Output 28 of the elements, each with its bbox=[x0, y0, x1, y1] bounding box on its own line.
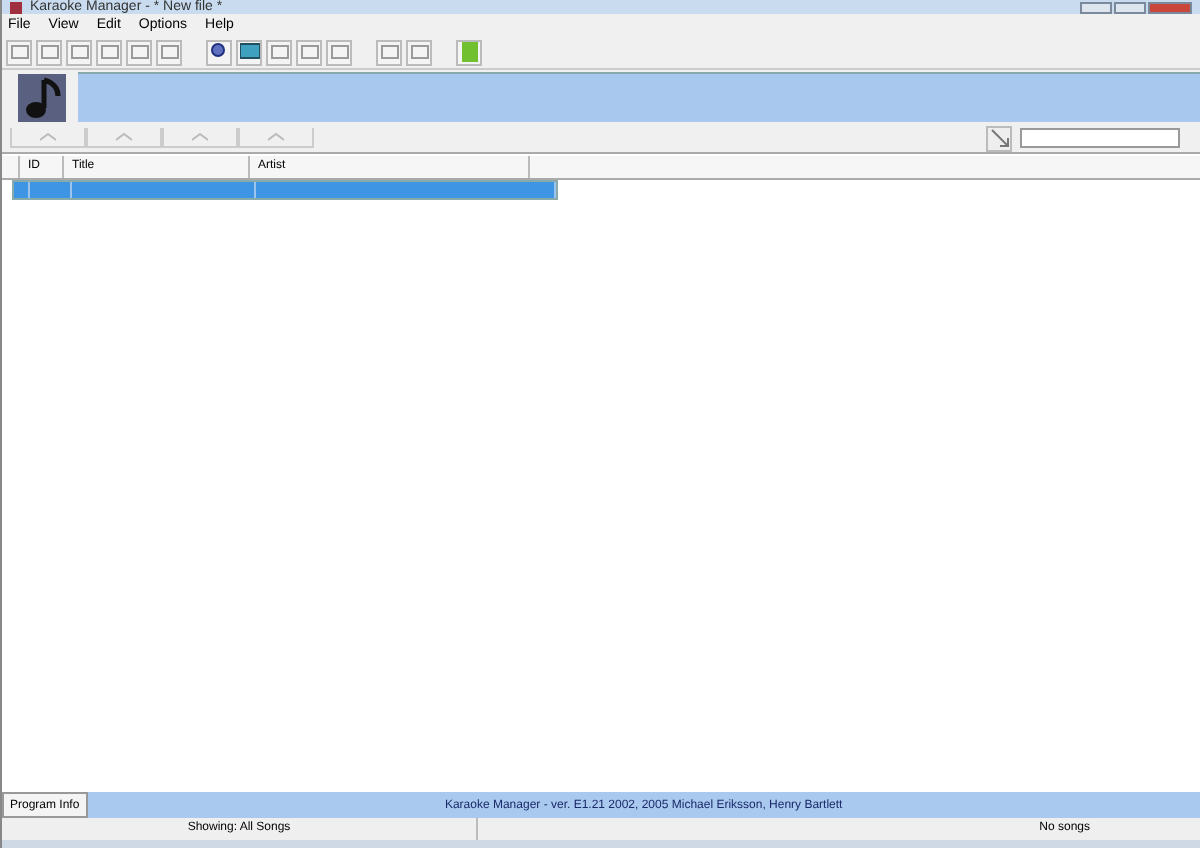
toolbar-icon[interactable] bbox=[406, 39, 432, 65]
toolbar-icon[interactable] bbox=[296, 39, 322, 65]
toolbar-icon[interactable] bbox=[66, 39, 92, 65]
table-row[interactable] bbox=[12, 180, 558, 200]
toolbar-icon[interactable] bbox=[36, 39, 62, 65]
toolbar-icon[interactable] bbox=[126, 39, 152, 65]
search-icon[interactable] bbox=[206, 39, 232, 65]
music-note-icon bbox=[18, 73, 66, 121]
navigation-button[interactable] bbox=[238, 128, 314, 148]
toolbar-icon[interactable] bbox=[96, 39, 122, 65]
toolbar-icon[interactable] bbox=[156, 39, 182, 65]
navigation-button[interactable] bbox=[86, 128, 162, 148]
flag-icon[interactable] bbox=[456, 39, 482, 65]
caret-icon bbox=[192, 132, 208, 142]
search-field[interactable] bbox=[1020, 128, 1180, 148]
caret-icon bbox=[40, 132, 56, 142]
toolbar-icon[interactable] bbox=[376, 39, 402, 65]
toolbar-icon[interactable] bbox=[6, 39, 32, 65]
monitor-icon[interactable] bbox=[236, 39, 262, 65]
caret-icon bbox=[268, 132, 284, 142]
minimize-button[interactable] bbox=[1080, 2, 1112, 14]
caret-icon bbox=[116, 132, 132, 142]
navigation-button[interactable] bbox=[10, 128, 86, 148]
toolbar-icon[interactable] bbox=[326, 39, 352, 65]
close-button[interactable] bbox=[1148, 2, 1192, 14]
filter-icon[interactable] bbox=[986, 125, 1012, 151]
app-icon bbox=[10, 2, 22, 14]
navigation-button[interactable] bbox=[162, 128, 238, 148]
